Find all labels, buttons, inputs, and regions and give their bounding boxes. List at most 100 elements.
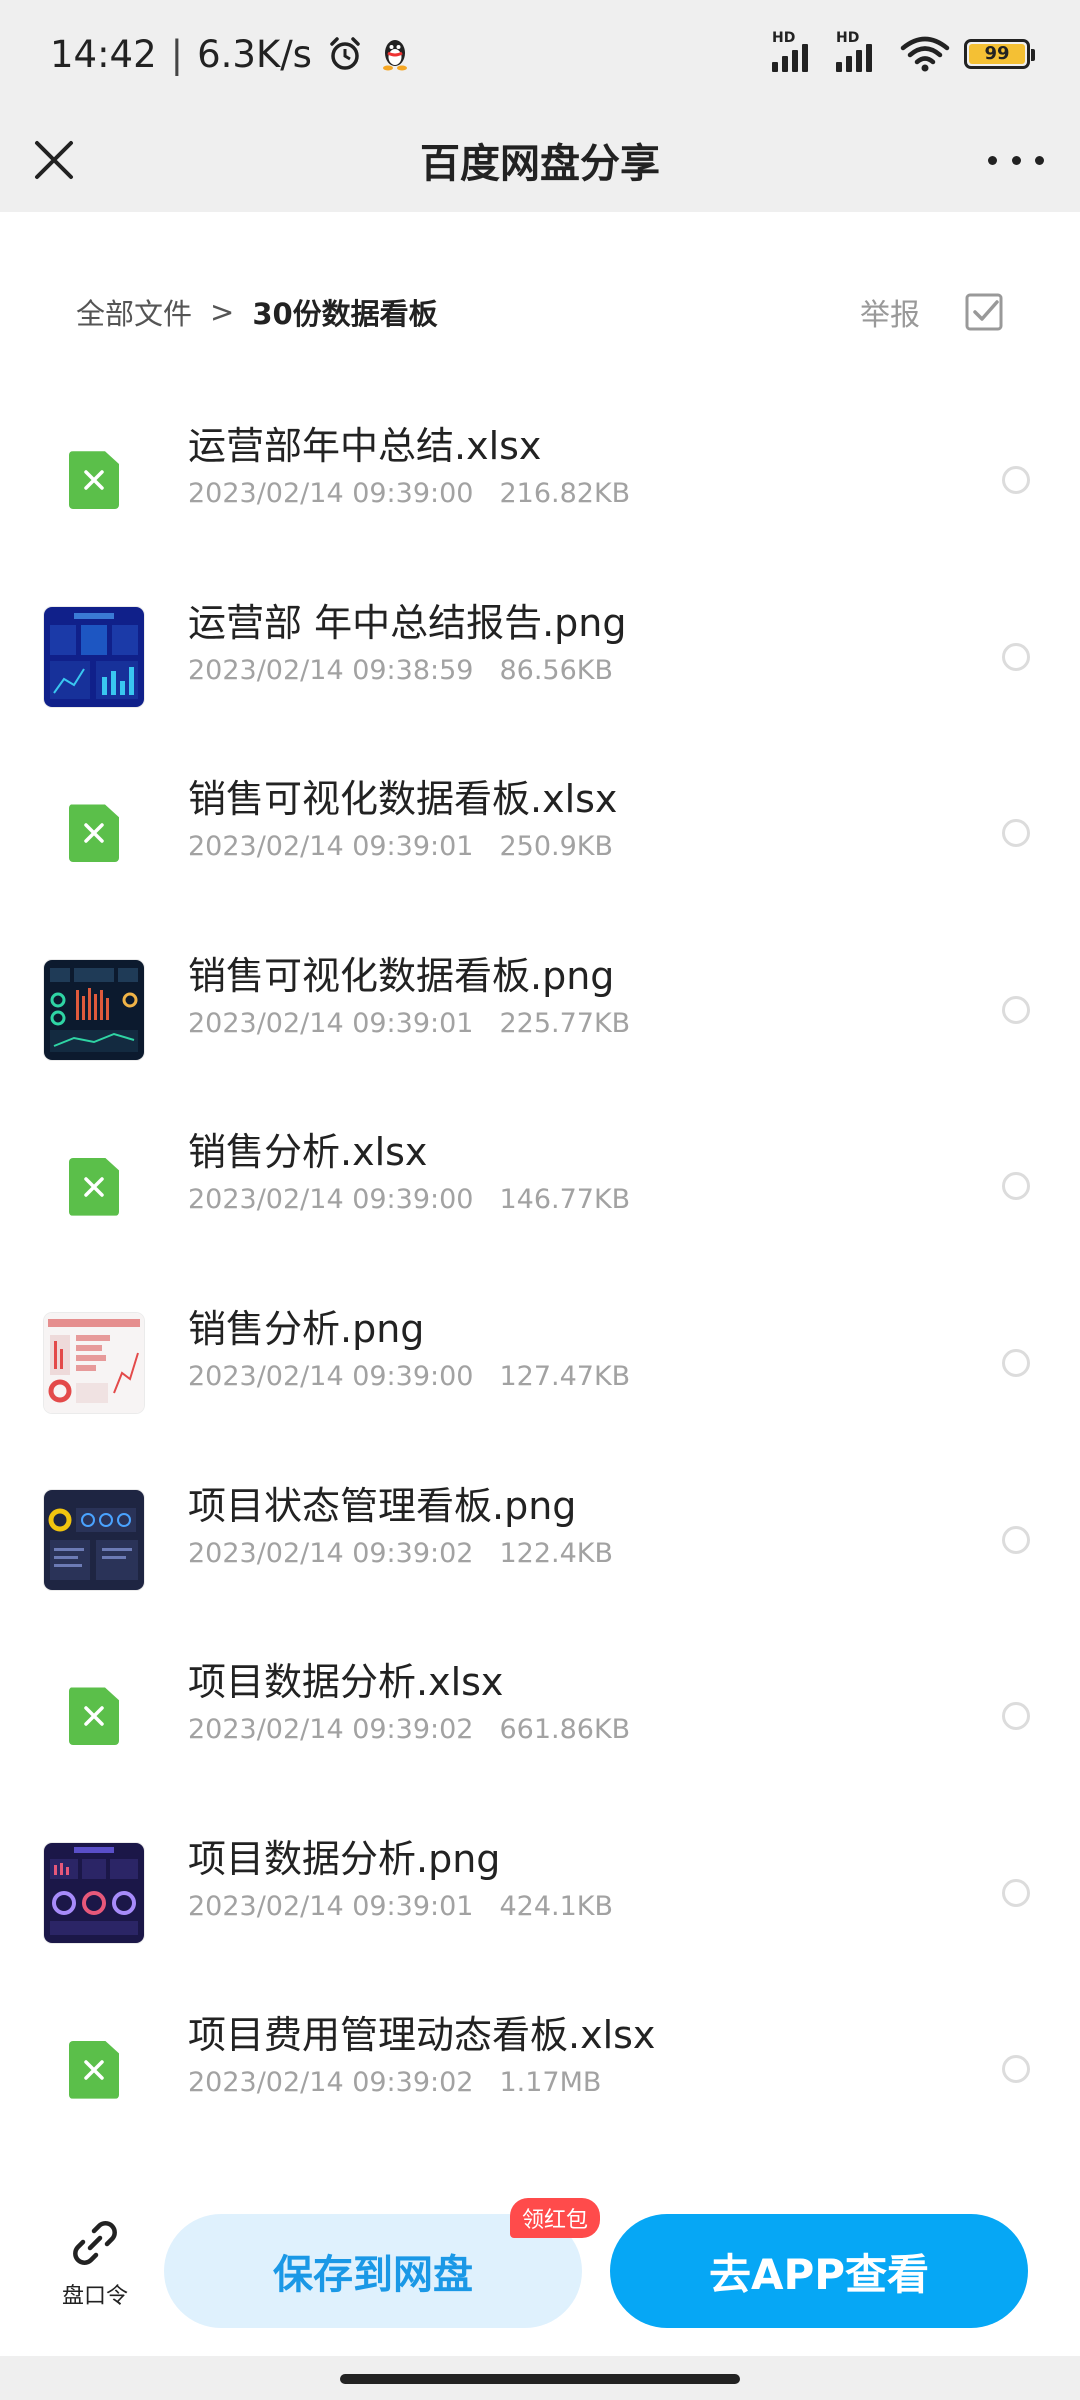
select-radio[interactable] (1002, 995, 1030, 1024)
file-name: 销售可视化数据看板.png (188, 953, 615, 998)
select-radio[interactable] (1002, 1702, 1030, 1731)
close-button[interactable] (28, 134, 80, 186)
home-indicator[interactable] (340, 2374, 740, 2384)
file-info: 项目数据分析.png 2023/02/14 09:39:01 424.1KB (188, 1833, 613, 1922)
file-date: 2023/02/14 09:39:00 (188, 1184, 474, 1216)
file-date: 2023/02/14 09:39:00 (188, 1360, 474, 1392)
select-radio[interactable] (1002, 1172, 1030, 1201)
file-row[interactable]: 项目状态管理看板.png 2023/02/14 09:39:02 122.4KB (0, 1452, 1080, 1629)
file-row[interactable]: 销售可视化数据看板.xlsx 2023/02/14 09:39:01 250.9K… (0, 745, 1080, 922)
file-size: 225.77KB (499, 1007, 631, 1039)
file-name: 项目状态管理看板.png (188, 1483, 577, 1528)
file-date: 2023/02/14 09:39:01 (188, 1007, 474, 1039)
breadcrumb-separator: > (210, 295, 235, 329)
file-info: 销售可视化数据看板.xlsx 2023/02/14 09:39:01 250.9K… (188, 773, 617, 862)
open-in-app-button[interactable]: 去APP查看 (610, 2214, 1028, 2328)
more-dot-icon (1035, 155, 1044, 165)
file-date: 2023/02/14 09:39:00 (188, 478, 474, 509)
file-meta: 2023/02/14 09:39:00 216.82KB (188, 478, 630, 509)
file-name: 运营部 年中总结报告.png (188, 600, 627, 645)
file-meta: 2023/02/14 09:39:02 661.86KB (188, 1714, 630, 1745)
file-info: 销售分析.png 2023/02/14 09:39:00 127.47KB (188, 1303, 630, 1392)
select-radio[interactable] (1002, 1525, 1030, 1554)
more-dot-icon (988, 155, 997, 165)
link-icon (73, 2221, 117, 2265)
file-meta: 2023/02/14 09:39:02 1.17MB (188, 2067, 655, 2098)
file-meta: 2023/02/14 09:39:00 146.77KB (188, 1184, 630, 1215)
select-radio[interactable] (1002, 642, 1030, 671)
file-info: 销售可视化数据看板.png 2023/02/14 09:39:01 225.77K… (188, 950, 630, 1039)
file-name: 销售分析.png (188, 1306, 425, 1351)
file-info: 项目状态管理看板.png 2023/02/14 09:39:02 122.4KB (188, 1480, 613, 1569)
select-radio[interactable] (1002, 1348, 1030, 1377)
file-date: 2023/02/14 09:39:01 (188, 1890, 474, 1922)
breadcrumb-current: 30份数据看板 (252, 297, 438, 331)
qq-penguin-icon (382, 40, 407, 71)
select-radio[interactable] (1002, 819, 1030, 848)
file-name: 销售分析.xlsx (188, 1130, 428, 1175)
file-row[interactable]: 销售分析.xlsx 2023/02/14 09:39:00 146.77KB (0, 1098, 1080, 1275)
file-size: 661.86KB (499, 1714, 631, 1746)
file-row[interactable]: 运营部年中总结.xlsx 2023/02/14 09:39:00 216.82KB (0, 392, 1080, 569)
image-thumbnail (44, 960, 144, 1061)
select-all-icon[interactable] (964, 292, 1004, 332)
file-meta: 2023/02/14 09:39:02 122.4KB (188, 1538, 613, 1569)
file-size: 146.77KB (499, 1184, 631, 1216)
file-size: 216.82KB (499, 478, 631, 509)
file-date: 2023/02/14 09:38:59 (188, 654, 474, 686)
redpacket-badge: 领红包 (510, 2198, 601, 2238)
file-row[interactable]: 项目数据分析.png 2023/02/14 09:39:01 424.1KB (0, 1805, 1080, 1982)
signal-2-icon: HD (836, 30, 886, 72)
more-options-button[interactable] (988, 138, 1044, 182)
close-icon (35, 141, 73, 179)
file-info: 项目数据分析.xlsx 2023/02/14 09:39:02 661.86KB (188, 1656, 630, 1745)
status-bar: 14:42 | 6.3K/s HD HD 99 (0, 0, 1080, 108)
file-list: 运营部年中总结.xlsx 2023/02/14 09:39:00 216.82KB (0, 392, 1080, 2158)
bottom-action-bar: 盘口令 保存到网盘 领红包 去APP查看 (0, 2180, 1080, 2356)
alarm-icon (330, 37, 360, 70)
file-meta: 2023/02/14 09:39:01 250.9KB (188, 831, 617, 862)
status-right: HD HD 99 (772, 30, 1035, 73)
select-radio[interactable] (1002, 1878, 1030, 1907)
share-code-button[interactable]: 盘口令 (40, 2216, 150, 2310)
file-name: 项目数据分析.png (188, 1836, 501, 1881)
image-thumbnail (44, 1313, 144, 1414)
breadcrumb-actions: 举报 (860, 290, 1004, 334)
file-row[interactable]: 销售分析.png 2023/02/14 09:39:00 127.47KB (0, 1275, 1080, 1452)
select-radio[interactable] (1002, 2055, 1030, 2084)
xlsx-file-icon (44, 1666, 144, 1766)
xlsx-file-icon (44, 430, 144, 530)
file-meta: 2023/02/14 09:38:59 86.56KB (188, 655, 627, 686)
file-size: 250.9KB (499, 831, 613, 863)
file-date: 2023/02/14 09:39:02 (188, 1714, 474, 1746)
share-code-label: 盘口令 (61, 2284, 128, 2309)
breadcrumb: 全部文件 > 30份数据看板 举报 (0, 212, 1080, 412)
file-meta: 2023/02/14 09:39:00 127.47KB (188, 1361, 630, 1392)
xlsx-file-icon (44, 2020, 144, 2120)
breadcrumb-root[interactable]: 全部文件 (76, 291, 192, 333)
app-root: 14:42 | 6.3K/s HD HD 99 百度网盘分享 全部文件 > 30… (0, 0, 1080, 2400)
file-date: 2023/02/14 09:39:02 (188, 1537, 474, 1569)
image-thumbnail (44, 1489, 144, 1590)
file-row[interactable]: 项目费用管理动态看板.xlsx 2023/02/14 09:39:02 1.17M… (0, 1981, 1080, 2158)
system-nav-bar (0, 2356, 1080, 2400)
file-meta: 2023/02/14 09:39:01 225.77KB (188, 1008, 630, 1039)
file-row[interactable]: 运营部 年中总结报告.png 2023/02/14 09:38:59 86.56K… (0, 569, 1080, 746)
title-bar: 百度网盘分享 (0, 108, 1080, 212)
file-row[interactable]: 项目数据分析.xlsx 2023/02/14 09:39:02 661.86KB (0, 1628, 1080, 1805)
file-size: 1.17MB (499, 2067, 602, 2099)
file-row[interactable]: 销售可视化数据看板.png 2023/02/14 09:39:01 225.77K… (0, 922, 1080, 1099)
battery-level: 99 (969, 44, 1025, 64)
battery-icon: 99 (964, 39, 1035, 69)
report-link[interactable]: 举报 (860, 290, 920, 334)
xlsx-file-icon (44, 1137, 144, 1237)
file-name: 项目数据分析.xlsx (188, 1660, 504, 1705)
file-info: 运营部年中总结.xlsx 2023/02/14 09:39:00 216.82KB (188, 420, 630, 509)
wifi-icon (900, 36, 950, 72)
file-name: 项目费用管理动态看板.xlsx (188, 2013, 656, 2058)
file-size: 127.47KB (499, 1360, 631, 1392)
more-dot-icon (1011, 155, 1021, 165)
select-radio[interactable] (1002, 466, 1030, 494)
file-size: 122.4KB (499, 1537, 613, 1569)
xlsx-file-icon (44, 783, 144, 883)
